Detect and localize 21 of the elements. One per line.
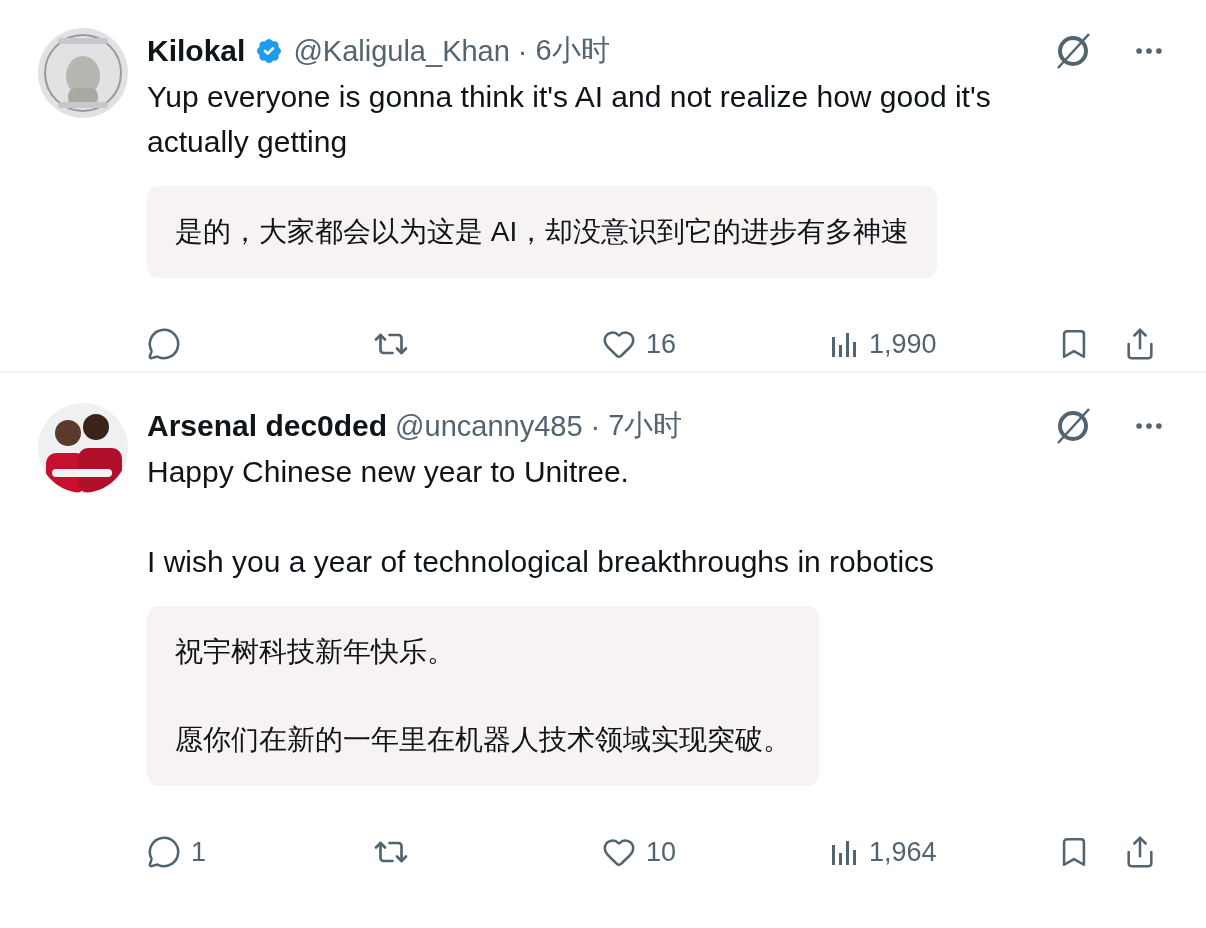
user-handle[interactable]: @Kaligula_Khan xyxy=(293,34,510,68)
translated-text: 祝宇树科技新年快乐。 xyxy=(175,635,456,669)
post-time[interactable]: 7小时 xyxy=(608,406,683,446)
reply-button[interactable]: 1 xyxy=(147,835,373,869)
separator-dot: · xyxy=(590,409,601,443)
post-text: Yup everyone is gonna think it's AI and not realize how good it's actually getting xyxy=(147,79,992,160)
views-button[interactable]: 1,964 xyxy=(829,836,1057,868)
display-name[interactable]: Kilokal xyxy=(147,34,246,68)
translated-text: 是的，大家都会以为这是 AI，却没意识到它的进步有多神速 xyxy=(175,215,910,249)
like-button[interactable]: 16 xyxy=(602,327,829,361)
reply-icon xyxy=(147,835,181,869)
display-name[interactable]: Arsenal dec0ded xyxy=(147,409,388,443)
post-text: Happy Chinese new year to Unitree. xyxy=(147,454,630,490)
user-handle[interactable]: @uncanny485 xyxy=(395,409,583,443)
views-button[interactable]: 1,990 xyxy=(829,328,1057,360)
reply-icon xyxy=(147,327,181,361)
translated-text: 愿你们在新的一年里在机器人技术领域实现突破。 xyxy=(175,723,791,757)
like-button[interactable]: 10 xyxy=(602,835,829,869)
separator-dot: · xyxy=(517,34,528,68)
post-text: I wish you a year of technological breakthroughs in robotics xyxy=(147,544,936,580)
post-time[interactable]: 6小时 xyxy=(535,31,610,71)
